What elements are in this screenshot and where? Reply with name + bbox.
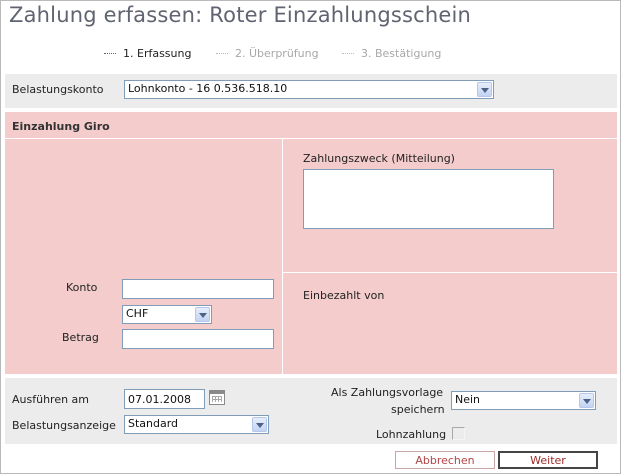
page-title: Zahlung erfassen: Roter Einzahlungsschei… bbox=[9, 3, 472, 27]
debit-account-label: Belastungskonto bbox=[12, 83, 104, 96]
debit-display-value: Standard bbox=[128, 417, 179, 430]
debit-display-select[interactable]: Standard bbox=[124, 415, 269, 434]
salary-payment-label: Lohnzahlung bbox=[376, 428, 447, 441]
account-label: Konto bbox=[66, 281, 98, 294]
column-divider bbox=[282, 139, 283, 374]
amount-label: Betrag bbox=[62, 331, 99, 344]
debit-account-value: Lohnkonto - 16 0.536.518.10 bbox=[128, 82, 288, 95]
step-dots-icon bbox=[342, 53, 354, 54]
payment-purpose-textarea[interactable] bbox=[303, 169, 554, 229]
amount-input[interactable] bbox=[122, 329, 274, 349]
paid-by-label: Einbezahlt von bbox=[303, 289, 385, 302]
step-dots-icon bbox=[216, 53, 228, 54]
chevron-down-icon[interactable] bbox=[252, 417, 267, 432]
execution-options-panel bbox=[5, 378, 617, 444]
chevron-down-icon[interactable] bbox=[195, 307, 210, 322]
section-title: Einzahlung Giro bbox=[12, 120, 110, 133]
chevron-down-icon[interactable] bbox=[579, 393, 594, 408]
save-template-value: Nein bbox=[455, 393, 481, 406]
execute-on-label: Ausführen am bbox=[12, 393, 90, 406]
step-label: 3. Bestätigung bbox=[361, 47, 442, 60]
step-ueberpruefung: 2. Überprüfung bbox=[216, 47, 319, 60]
save-template-select[interactable]: Nein bbox=[451, 391, 596, 410]
execute-date-input[interactable] bbox=[124, 389, 205, 409]
step-erfassung: 1. Erfassung bbox=[104, 47, 191, 60]
salary-payment-checkbox[interactable] bbox=[452, 427, 465, 440]
save-template-label-line1: Als Zahlungsvorlage bbox=[331, 386, 444, 399]
right-column-divider bbox=[283, 272, 617, 273]
payment-purpose-label: Zahlungszweck (Mitteilung) bbox=[303, 152, 455, 165]
step-label: 1. Erfassung bbox=[123, 47, 192, 60]
section-divider bbox=[5, 138, 617, 139]
chevron-down-icon[interactable] bbox=[477, 82, 492, 97]
currency-select[interactable]: CHF bbox=[122, 305, 212, 324]
debit-account-select[interactable]: Lohnkonto - 16 0.536.518.10 bbox=[124, 80, 494, 99]
step-label: 2. Überprüfung bbox=[235, 47, 319, 60]
step-dots-icon bbox=[104, 53, 116, 54]
calendar-icon[interactable] bbox=[209, 390, 225, 405]
currency-value: CHF bbox=[126, 307, 149, 320]
save-template-label-line2: speichern bbox=[391, 403, 445, 416]
cancel-button[interactable]: Abbrechen bbox=[395, 451, 495, 469]
account-input[interactable] bbox=[122, 279, 274, 299]
next-button[interactable]: Weiter bbox=[498, 451, 598, 469]
step-bestaetigung: 3. Bestätigung bbox=[342, 47, 441, 60]
debit-display-label: Belastungsanzeige bbox=[12, 419, 116, 432]
